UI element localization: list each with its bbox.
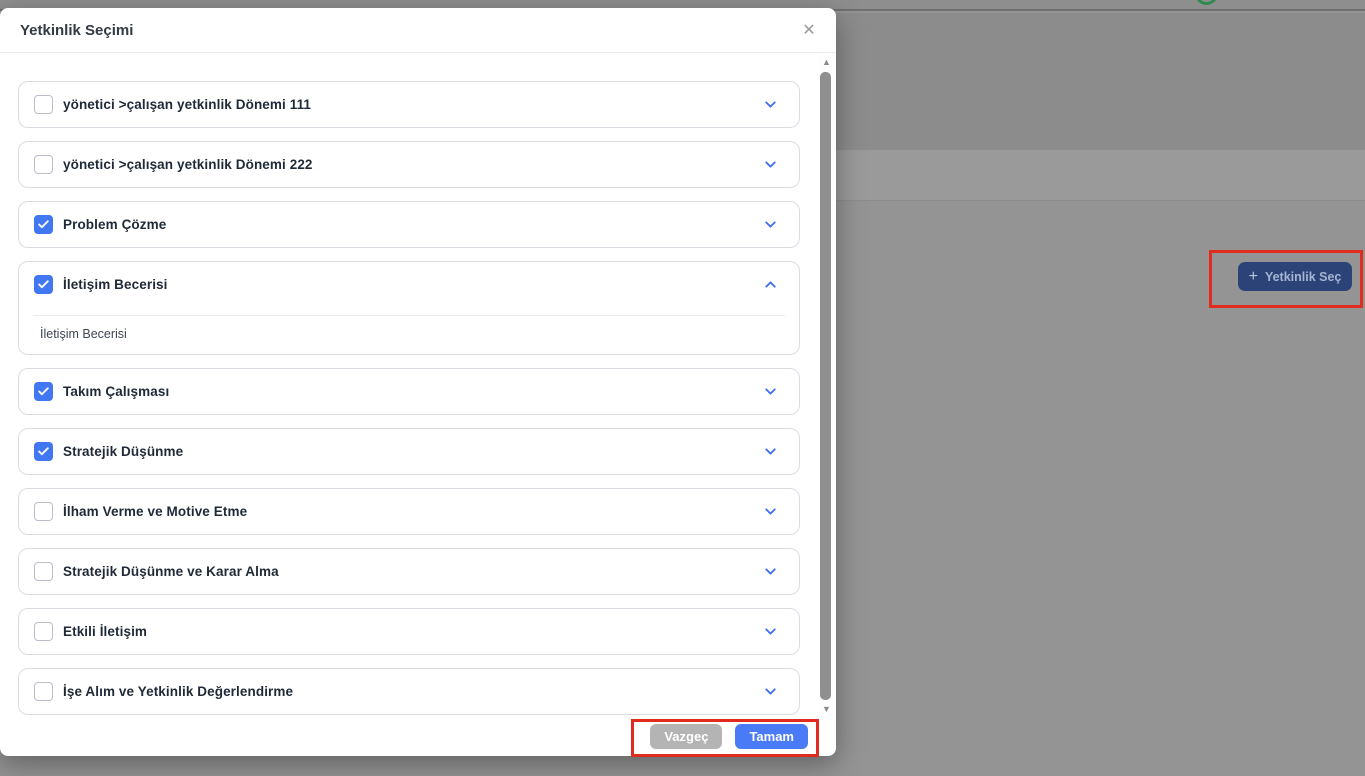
checkbox-unchecked[interactable] <box>34 155 53 174</box>
chevron-down-icon[interactable] <box>762 563 779 580</box>
checkbox-checked[interactable] <box>34 215 53 234</box>
chevron-down-icon[interactable] <box>762 683 779 700</box>
competency-card-row[interactable]: İlham Verme ve Motive Etme <box>19 489 799 534</box>
cancel-button[interactable]: Vazgeç <box>650 724 723 749</box>
competency-card[interactable]: İlham Verme ve Motive Etme <box>18 488 800 535</box>
competency-label: yönetici >çalışan yetkinlik Dönemi 111 <box>63 97 312 112</box>
competency-card[interactable]: yönetici >çalışan yetkinlik Dönemi 222 <box>18 141 800 188</box>
avatar-ring-icon <box>1195 0 1218 5</box>
chevron-down-icon[interactable] <box>762 443 779 460</box>
modal-scrollbar[interactable]: ▲ ▼ <box>819 55 834 717</box>
select-competency-label: Yetkinlik Seç <box>1264 269 1342 284</box>
chevron-up-icon[interactable] <box>762 276 779 293</box>
checkbox-checked[interactable] <box>34 382 53 401</box>
chevron-down-icon[interactable] <box>762 503 779 520</box>
competency-card-row[interactable]: İletişim Becerisi <box>19 262 799 307</box>
checkbox-unchecked[interactable] <box>34 502 53 521</box>
competency-selection-modal: Yetkinlik Seçimi ✕ yönetici >çalışan yet… <box>0 8 836 756</box>
competency-label: Etkili İletişim <box>63 624 148 639</box>
competency-card-row[interactable]: İşe Alım ve Yetkinlik Değerlendirme <box>19 669 799 714</box>
sub-competency-label[interactable]: İletişim Becerisi <box>19 316 799 354</box>
competency-label: yönetici >çalışan yetkinlik Dönemi 222 <box>63 157 313 172</box>
competency-card[interactable]: İşe Alım ve Yetkinlik Değerlendirme <box>18 668 800 715</box>
competency-card-row[interactable]: Stratejik Düşünme ve Karar Alma <box>19 549 799 594</box>
ok-button[interactable]: Tamam <box>735 724 808 749</box>
competency-label: Stratejik Düşünme ve Karar Alma <box>63 564 279 579</box>
plus-icon: + <box>1248 267 1258 285</box>
close-icon[interactable]: ✕ <box>798 20 820 42</box>
competency-card[interactable]: Takım Çalışması <box>18 368 800 415</box>
chevron-down-icon[interactable] <box>762 383 779 400</box>
scroll-down-icon[interactable]: ▼ <box>819 702 834 717</box>
competency-card-row[interactable]: Stratejik Düşünme <box>19 429 799 474</box>
competency-card-row[interactable]: Problem Çözme <box>19 202 799 247</box>
competency-card[interactable]: Etkili İletişim <box>18 608 800 655</box>
competency-card[interactable]: Stratejik Düşünme <box>18 428 800 475</box>
chevron-down-icon[interactable] <box>762 96 779 113</box>
select-competency-button[interactable]: + Yetkinlik Seç <box>1238 262 1352 291</box>
checkbox-unchecked[interactable] <box>34 95 53 114</box>
checkbox-unchecked[interactable] <box>34 562 53 581</box>
checkbox-unchecked[interactable] <box>34 622 53 641</box>
modal-footer: Vazgeç Tamam <box>0 717 836 756</box>
competency-card[interactable]: Stratejik Düşünme ve Karar Alma <box>18 548 800 595</box>
competency-label: İletişim Becerisi <box>63 277 168 292</box>
modal-header: Yetkinlik Seçimi ✕ <box>0 8 836 53</box>
competency-label: Problem Çözme <box>63 217 167 232</box>
checkbox-unchecked[interactable] <box>34 682 53 701</box>
competency-label: Takım Çalışması <box>63 384 170 399</box>
competency-label: Stratejik Düşünme <box>63 444 184 459</box>
competency-label: İşe Alım ve Yetkinlik Değerlendirme <box>63 684 294 699</box>
chevron-down-icon[interactable] <box>762 156 779 173</box>
checkbox-checked[interactable] <box>34 442 53 461</box>
scrollbar-thumb[interactable] <box>820 72 831 700</box>
competency-card[interactable]: İletişim Becerisi İletişim Becerisi <box>18 261 800 355</box>
competency-card-row[interactable]: Etkili İletişim <box>19 609 799 654</box>
competency-list: yönetici >çalışan yetkinlik Dönemi 111 yö… <box>0 54 818 717</box>
competency-card-row[interactable]: yönetici >çalışan yetkinlik Dönemi 222 <box>19 142 799 187</box>
competency-card-row[interactable]: Takım Çalışması <box>19 369 799 414</box>
chevron-down-icon[interactable] <box>762 216 779 233</box>
competency-card[interactable]: yönetici >çalışan yetkinlik Dönemi 111 <box>18 81 800 128</box>
competency-card[interactable]: Problem Çözme <box>18 201 800 248</box>
checkbox-checked[interactable] <box>34 275 53 294</box>
chevron-down-icon[interactable] <box>762 623 779 640</box>
modal-title: Yetkinlik Seçimi <box>20 21 134 39</box>
scroll-up-icon[interactable]: ▲ <box>819 55 834 70</box>
competency-card-row[interactable]: yönetici >çalışan yetkinlik Dönemi 111 <box>19 82 799 127</box>
competency-label: İlham Verme ve Motive Etme <box>63 504 248 519</box>
